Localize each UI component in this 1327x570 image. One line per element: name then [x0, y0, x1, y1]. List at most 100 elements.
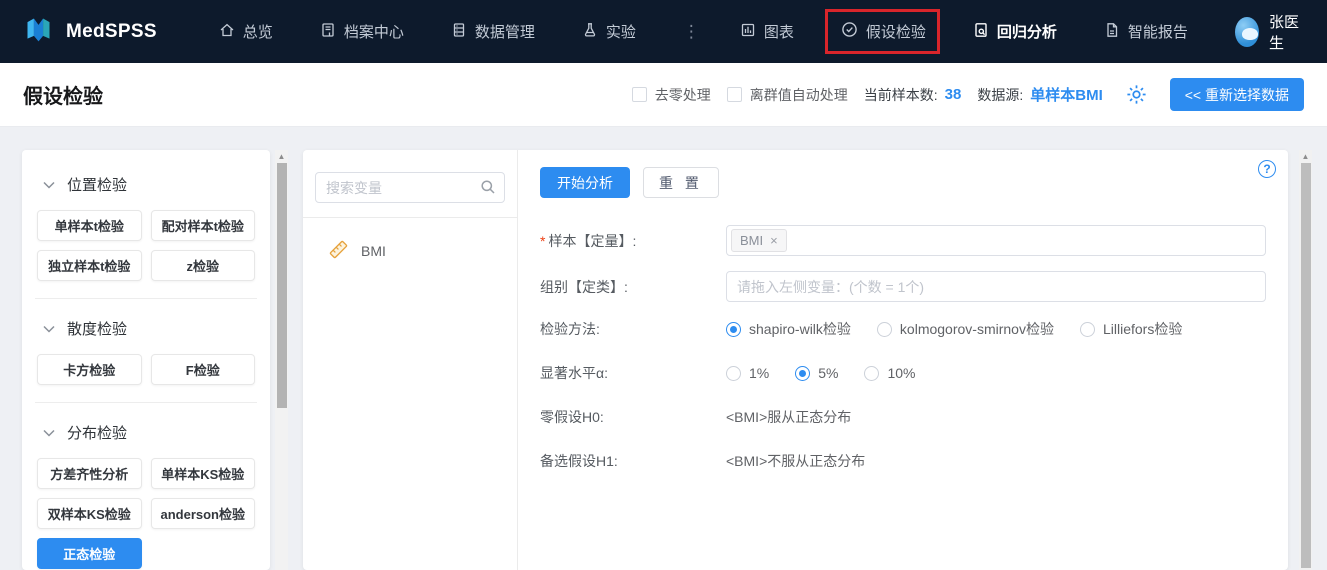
- radio-dot[interactable]: [876, 321, 892, 337]
- form-row-method: 检验方法: shapiro-wilk检验 kolmogorov-smirnov检…: [540, 319, 1266, 339]
- reset-button[interactable]: 重 置: [643, 167, 719, 198]
- section-header-location[interactable]: 位置检验: [37, 170, 255, 210]
- datasource-label: 数据源:: [977, 86, 1024, 103]
- nav-item-hypothesis-testing[interactable]: 假设检验: [824, 9, 940, 54]
- nav-item-archive[interactable]: 档案中心: [320, 21, 404, 42]
- test-button-one-sample-t[interactable]: 单样本t检验: [37, 210, 142, 241]
- test-button-two-sample-ks[interactable]: 双样本KS检验: [37, 498, 142, 529]
- nav-item-smart-report[interactable]: 智能报告: [1104, 21, 1188, 42]
- nav-item-data-management[interactable]: 数据管理: [451, 21, 535, 42]
- tag-label: BMI: [740, 233, 764, 248]
- chevron-down-icon: [43, 176, 55, 193]
- test-button-z[interactable]: z检验: [150, 250, 255, 281]
- section-header-distribution[interactable]: 分布检验: [37, 418, 255, 458]
- test-button-f[interactable]: F检验: [150, 354, 255, 385]
- radio-lilliefors[interactable]: Lilliefors检验: [1079, 319, 1183, 339]
- nav-item-charts[interactable]: 图表: [740, 21, 794, 42]
- brand[interactable]: MedSPSS: [22, 13, 157, 51]
- test-button-anderson[interactable]: anderson检验: [150, 498, 255, 529]
- nav-item-experiment[interactable]: 实验: [582, 21, 636, 42]
- radio-dot-selected[interactable]: [726, 321, 741, 337]
- radio-dot-selected[interactable]: [795, 365, 811, 381]
- alpha-label: 显著水平α:: [540, 365, 608, 381]
- page-scrollbar-thumb[interactable]: [1300, 163, 1311, 568]
- h1-value: <BMI>不服从正态分布: [726, 453, 866, 469]
- archive-icon: [320, 22, 336, 42]
- nav-item-overview[interactable]: 总览: [219, 21, 273, 42]
- h1-label: 备选假设H1:: [540, 453, 618, 469]
- method-label: 检验方法:: [540, 321, 600, 337]
- database-icon: [451, 22, 467, 42]
- variable-name: BMI: [361, 243, 386, 259]
- radio-label: Lilliefors检验: [1102, 321, 1183, 337]
- brand-name: MedSPSS: [66, 20, 157, 42]
- radio-alpha-10[interactable]: 10%: [864, 365, 916, 381]
- h0-value: <BMI>服从正态分布: [726, 409, 852, 425]
- radio-alpha-5[interactable]: 5%: [795, 365, 838, 381]
- sample-count: 当前样本数: 38: [864, 85, 962, 105]
- chart-icon: [740, 22, 756, 42]
- test-button-independent-t[interactable]: 独立样本t检验: [37, 250, 142, 281]
- form-row-sample: * 样本【定量】: BMI ×: [540, 225, 1266, 256]
- form-row-h1: 备选假设H1: <BMI>不服从正态分布: [540, 451, 1266, 471]
- nav-item-label: 总览: [242, 24, 273, 41]
- chevron-down-icon: [43, 320, 55, 337]
- flask-icon: [582, 22, 598, 42]
- nav-item-label: 实验: [605, 24, 636, 41]
- divider: [35, 298, 257, 299]
- checkbox-box[interactable]: [726, 87, 742, 102]
- user-menu[interactable]: 张医生: [1234, 11, 1305, 53]
- radio-alpha-1[interactable]: 1%: [726, 365, 769, 381]
- test-button-variance-homogeneity[interactable]: 方差齐性分析: [37, 458, 142, 489]
- remove-tag-icon[interactable]: ×: [770, 233, 778, 248]
- settings-gear-icon[interactable]: [1125, 83, 1148, 106]
- group-label: 组别【定类】:: [540, 278, 628, 295]
- radio-dot[interactable]: [1079, 321, 1095, 337]
- search-icon[interactable]: [480, 179, 496, 200]
- test-button-normality-active[interactable]: 正态检验: [37, 538, 142, 569]
- sidebar-scrollbar-thumb[interactable]: [276, 163, 287, 408]
- radio-dot[interactable]: [864, 365, 880, 381]
- search-variable-input[interactable]: [315, 172, 505, 203]
- nav-more-dots-icon[interactable]: ⋮: [683, 23, 700, 40]
- zero-processing-checkbox[interactable]: 去零处理: [631, 85, 711, 105]
- top-navbar: MedSPSS 总览 档案中心 数据管理 实验 ⋮ 图表 假设检验 回归分析 智…: [0, 0, 1327, 63]
- section-title-label: 散度检验: [67, 321, 128, 338]
- sample-variable-input[interactable]: BMI ×: [726, 225, 1266, 256]
- test-button-chi-square[interactable]: 卡方检验: [37, 354, 142, 385]
- nav-item-regression[interactable]: 回归分析: [973, 21, 1057, 42]
- required-asterisk: *: [540, 232, 546, 249]
- divider: [35, 402, 257, 403]
- outlier-auto-checkbox[interactable]: 离群值自动处理: [726, 85, 848, 105]
- nav-item-label: 数据管理: [474, 24, 535, 41]
- radio-label: shapiro-wilk检验: [749, 321, 851, 337]
- sample-label: * 样本【定量】:: [540, 232, 637, 249]
- group-variable-input[interactable]: [726, 271, 1266, 302]
- page-scrollbar[interactable]: ▲: [1299, 150, 1312, 570]
- sidebar-scrollbar[interactable]: ▲: [275, 150, 288, 570]
- radio-shapiro-wilk[interactable]: shapiro-wilk检验: [726, 319, 851, 339]
- test-button-paired-t[interactable]: 配对样本t检验: [150, 210, 255, 241]
- radio-label: kolmogorov-smirnov检验: [899, 321, 1054, 337]
- datasource-value[interactable]: 单样本BMI: [1030, 84, 1103, 105]
- checkbox-box[interactable]: [631, 87, 647, 102]
- radio-dot[interactable]: [726, 365, 741, 381]
- alpha-radio-group: 1% 5% 10%: [726, 365, 916, 381]
- variable-tag-bmi[interactable]: BMI ×: [731, 229, 787, 252]
- reselect-data-button[interactable]: << 重新选择数据: [1169, 78, 1304, 111]
- test-button-one-sample-ks[interactable]: 单样本KS检验: [150, 458, 255, 489]
- help-icon[interactable]: ?: [1258, 160, 1276, 178]
- start-analysis-button[interactable]: 开始分析: [540, 167, 630, 198]
- scroll-up-icon[interactable]: ▲: [1299, 150, 1312, 163]
- home-icon: [219, 22, 235, 42]
- page-title: 假设检验: [23, 86, 103, 108]
- section-header-dispersion[interactable]: 散度检验: [37, 314, 255, 354]
- radio-kolmogorov-smirnov[interactable]: kolmogorov-smirnov检验: [876, 319, 1054, 339]
- form-row-alpha: 显著水平α: 1% 5% 10%: [540, 363, 1266, 383]
- nav-item-label: 图表: [763, 24, 794, 41]
- section-dispersion-tests: 散度检验 卡方检验 F检验: [37, 314, 255, 385]
- scroll-up-icon[interactable]: ▲: [275, 150, 288, 163]
- analysis-panel: BMI ? 开始分析 重 置 *样本【定量】: BMI ×: [303, 150, 1288, 570]
- section-distribution-tests: 分布检验 方差齐性分析 单样本KS检验 双样本KS检验 anderson检验 正…: [37, 418, 255, 569]
- variable-item-bmi[interactable]: BMI: [303, 218, 517, 264]
